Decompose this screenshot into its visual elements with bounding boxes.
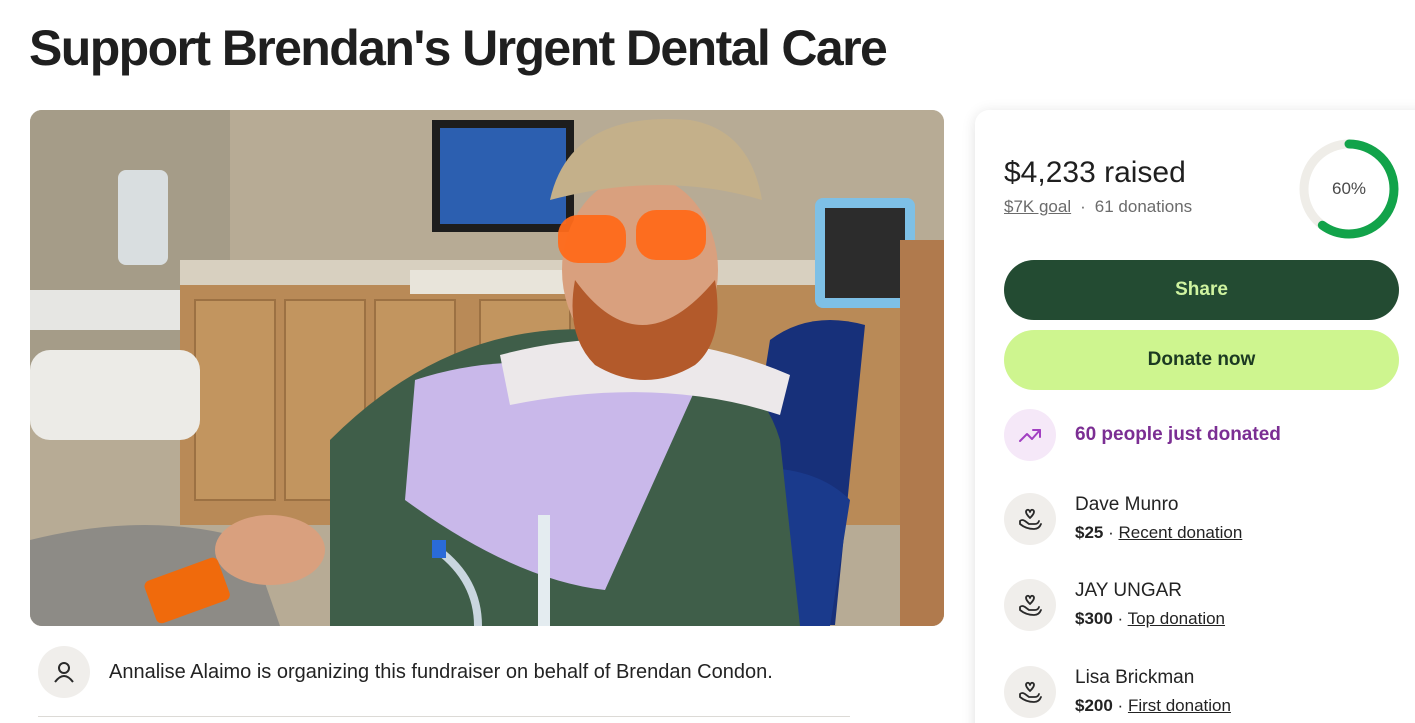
goal-link[interactable]: $7K goal bbox=[1004, 197, 1071, 216]
person-icon bbox=[38, 646, 90, 698]
separator-dot: · bbox=[1112, 609, 1128, 628]
recent-activity-text: 60 people just donated bbox=[1075, 424, 1281, 445]
donor-item: JAY UNGAR $300 · Top donation bbox=[1004, 579, 1225, 631]
donation-amount: $300 bbox=[1075, 609, 1113, 628]
heart-hand-icon bbox=[1004, 493, 1056, 545]
recent-activity: 60 people just donated bbox=[1004, 409, 1281, 461]
heart-hand-icon bbox=[1004, 579, 1056, 631]
divider bbox=[38, 716, 850, 717]
progress-percent: 60% bbox=[1331, 179, 1367, 198]
organizer-info: Annalise Alaimo is organizing this fundr… bbox=[38, 646, 850, 698]
donation-tag-link[interactable]: Top donation bbox=[1128, 609, 1225, 628]
separator-dot: · bbox=[1080, 197, 1086, 216]
goal-row: $7K goal · 61 donations bbox=[1004, 197, 1192, 217]
donor-item: Dave Munro $25 · Recent donation bbox=[1004, 493, 1242, 545]
heart-hand-icon bbox=[1004, 666, 1056, 718]
donor-item: Lisa Brickman $200 · First donation bbox=[1004, 666, 1231, 718]
trending-up-icon bbox=[1004, 409, 1056, 461]
fundraiser-hero-photo bbox=[30, 110, 944, 626]
share-button[interactable]: Share bbox=[1004, 260, 1399, 320]
separator-dot: · bbox=[1103, 523, 1119, 542]
donor-name: Lisa Brickman bbox=[1075, 667, 1195, 688]
separator-dot: · bbox=[1112, 696, 1128, 715]
donor-name: Dave Munro bbox=[1075, 494, 1179, 515]
donation-amount: $25 bbox=[1075, 523, 1104, 542]
amount-raised: $4,233 raised bbox=[1004, 156, 1186, 189]
donation-panel: $4,233 raised $7K goal · 61 donations 60% … bbox=[975, 110, 1415, 723]
donation-tag-link[interactable]: Recent donation bbox=[1118, 523, 1242, 542]
donation-tag-link[interactable]: First donation bbox=[1128, 696, 1231, 715]
page-title: Support Brendan's Urgent Dental Care bbox=[29, 20, 888, 76]
organizer-text: Annalise Alaimo is organizing this fundr… bbox=[109, 660, 773, 683]
donation-amount: $200 bbox=[1075, 696, 1113, 715]
donate-now-button[interactable]: Donate now bbox=[1004, 330, 1399, 390]
donation-count: 61 donations bbox=[1094, 197, 1193, 216]
donor-name: JAY UNGAR bbox=[1075, 580, 1182, 601]
